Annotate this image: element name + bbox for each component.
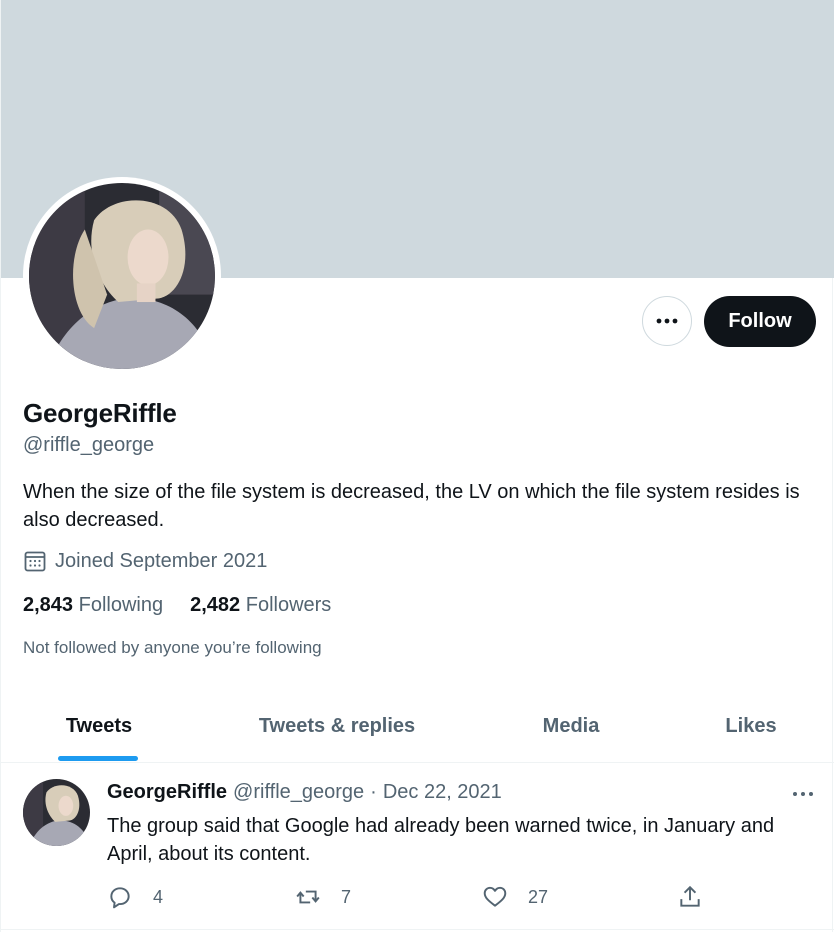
tab-tweets[interactable]: Tweets [21,690,177,762]
follow-stats: 2,843 Following 2,482 Followers [23,594,358,617]
heart-icon [483,886,507,907]
followers-count: 2,482 [190,594,241,616]
not-followed-notice: Not followed by anyone you’re following [23,638,322,657]
calendar-icon [24,551,46,572]
tab-media[interactable]: Media [501,690,641,762]
tweet-avatar[interactable] [23,779,90,846]
tweet-text: The group said that Google had already b… [107,815,775,865]
following-label: Following [78,594,164,616]
share-icon [680,885,700,907]
more-horizontal-icon [793,792,813,796]
following-link[interactable]: 2,843 Following [23,594,163,617]
more-options-button[interactable] [642,296,692,346]
followers-label: Followers [245,594,332,616]
profile-bio: When the size of the file system is decr… [23,481,800,531]
profile-handle: @riffle_george [23,434,155,456]
tweet-author-name[interactable]: GeorgeRiffle [107,781,227,804]
profile-display-name: GeorgeRiffle [23,398,177,428]
following-count: 2,843 [23,594,74,616]
tweet-more-button[interactable] [790,786,816,802]
retweet-count: 7 [341,886,352,907]
profile-tabs: Tweets Tweets & replies Media Likes [1,690,834,763]
profile-avatar[interactable] [29,183,215,369]
tab-likes[interactable]: Likes [691,690,811,762]
like-count: 27 [528,886,549,907]
tab-tweets-replies[interactable]: Tweets & replies [227,690,447,762]
share-button[interactable] [677,882,723,912]
reply-button[interactable]: 4 [107,882,163,912]
followers-link[interactable]: 2,482 Followers [190,594,331,617]
retweet-icon [296,890,320,904]
tweet-header: GeorgeRiffle @riffle_george · Dec 22, 20… [107,781,502,804]
tweet-separator: · [370,781,377,803]
follow-button[interactable]: Follow [704,296,816,347]
tweet-date[interactable]: Dec 22, 2021 [383,781,502,804]
reply-count: 4 [153,886,164,907]
joined-text: Joined September 2021 [55,549,268,572]
retweet-button[interactable]: 7 [295,882,351,912]
reply-icon [110,887,130,909]
joined-date: Joined September 2021 [23,549,267,573]
more-horizontal-icon [656,318,678,324]
tweet-author-handle[interactable]: @riffle_george [233,781,364,804]
like-button[interactable]: 27 [482,882,548,912]
active-tab-indicator [58,756,138,761]
